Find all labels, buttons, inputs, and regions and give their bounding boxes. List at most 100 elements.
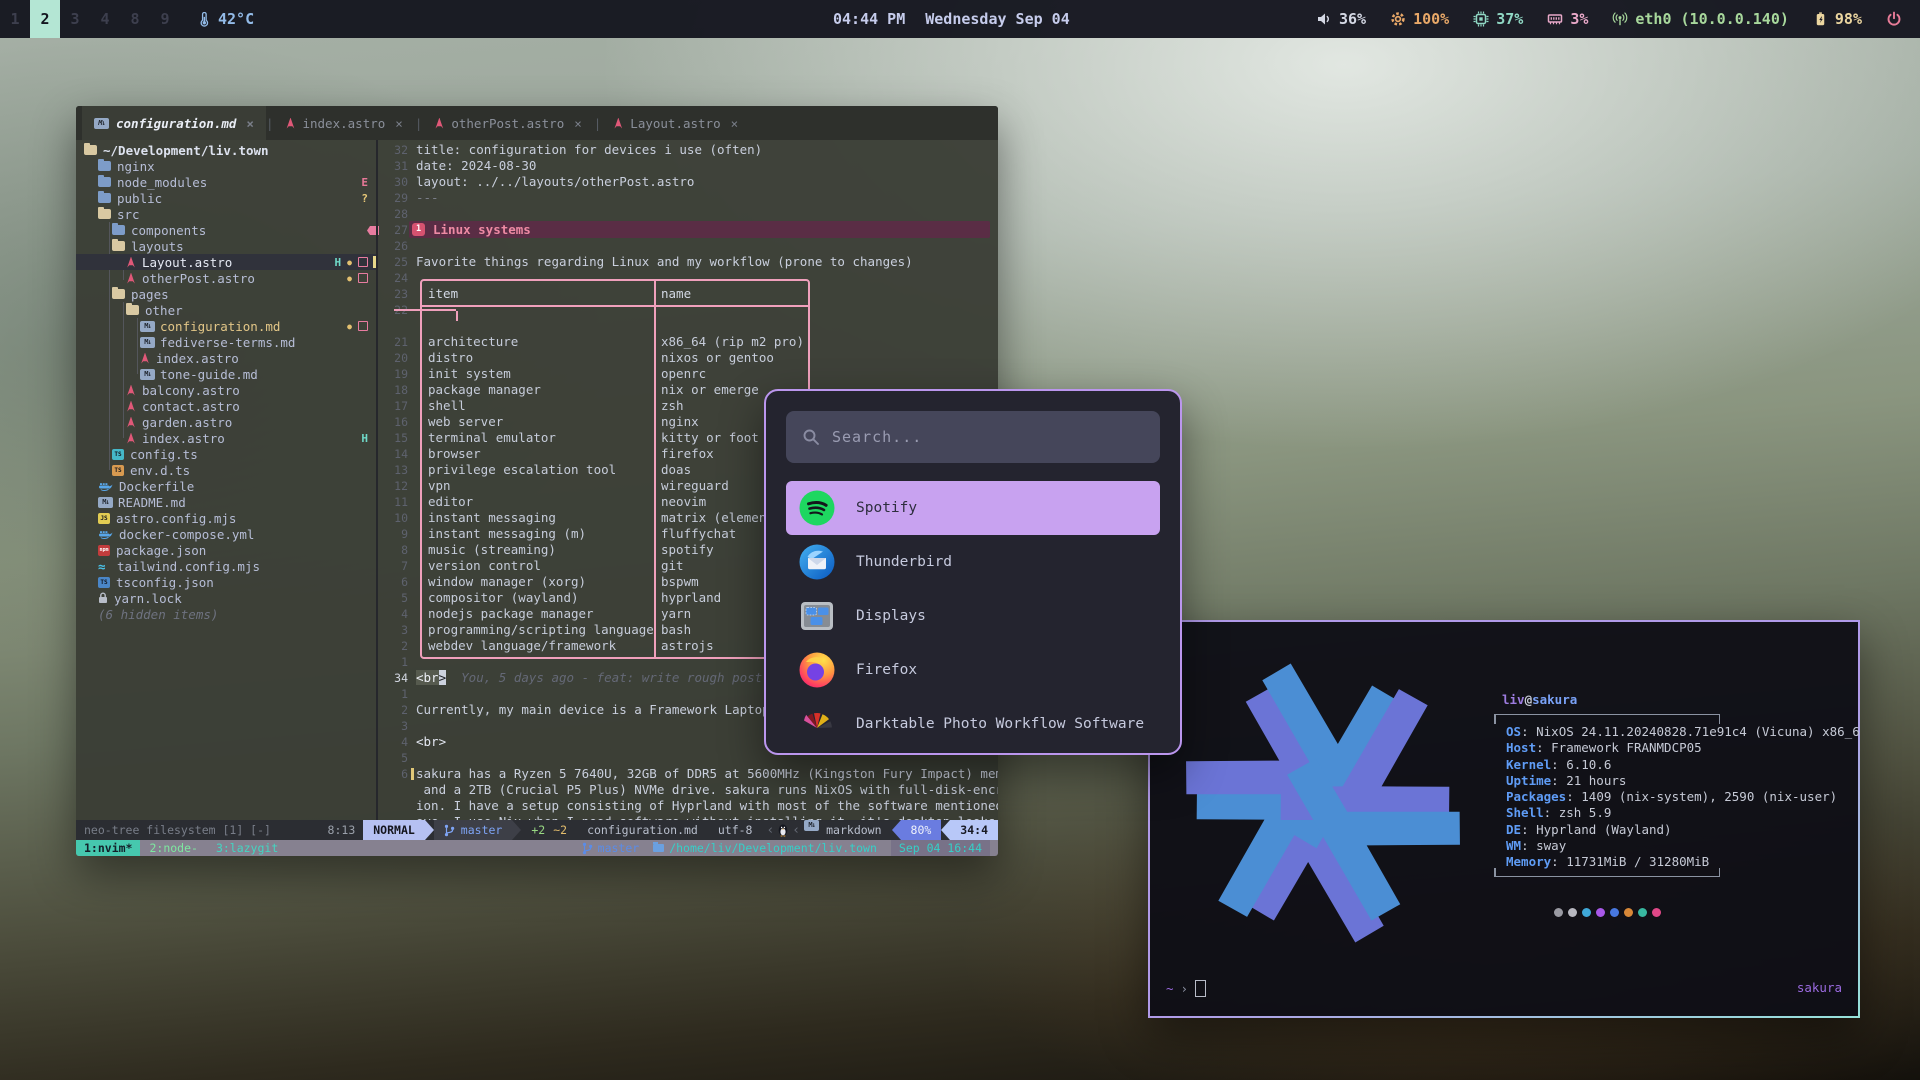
tmux-window-3-lazygit[interactable]: 3:lazygit xyxy=(207,841,287,855)
tree-item-README.md[interactable]: M↓README.md xyxy=(76,494,376,510)
code-line: ion. I have a setup consisting of Hyprla… xyxy=(380,798,994,814)
tailwind-icon: ≈ xyxy=(98,559,111,574)
tmux-cwd: /home/liv/Development/liv.town xyxy=(653,841,877,855)
tab-Layout.astro[interactable]: Layout.astro× xyxy=(601,106,750,140)
tree-item-garden.astro[interactable]: garden.astro xyxy=(76,414,376,430)
code-line: 28 xyxy=(380,206,994,222)
tree-item-index.astro[interactable]: index.astroH xyxy=(76,430,376,446)
neotree-position: 8:13 xyxy=(328,823,356,837)
tab-otherPost.astro[interactable]: otherPost.astro× xyxy=(422,106,593,140)
launcher-item-spotify[interactable]: Spotify xyxy=(786,481,1160,535)
launcher-item-firefox[interactable]: Firefox xyxy=(786,643,1160,697)
tree-item-other[interactable]: other xyxy=(76,302,376,318)
terminal-color-palette xyxy=(1554,908,1661,917)
tmux-window-1-nvim-[interactable]: 1:nvim* xyxy=(76,840,140,856)
workspace-9[interactable]: 9 xyxy=(150,0,180,38)
module-volume[interactable]: 36% xyxy=(1316,10,1366,28)
code-line: 30layout: ../../layouts/otherPost.astro xyxy=(380,174,994,190)
palette-dot xyxy=(1652,908,1661,917)
fetch-info-row: Packages: 1409 (nix-system), 2590 (nix-u… xyxy=(1506,789,1860,805)
tree-item-public[interactable]: public? xyxy=(76,190,376,206)
workspace-1[interactable]: 1 xyxy=(0,0,30,38)
launcher-item-darktable-photo-workflow-software[interactable]: Darktable Photo Workflow Software xyxy=(786,697,1160,751)
tree-item-src[interactable]: src xyxy=(76,206,376,222)
code-line: 32title: configuration for devices i use… xyxy=(380,142,994,158)
fetch-info-list: OS: NixOS 24.11.20240828.71e91c4 (Vicuna… xyxy=(1506,724,1860,871)
tab-configuration.md[interactable]: M↓configuration.md× xyxy=(82,106,266,140)
editor-tabbar: M↓configuration.md×|index.astro×|otherPo… xyxy=(76,106,998,140)
module-cpu[interactable]: 37% xyxy=(1473,10,1523,28)
tree-item-balcony.astro[interactable]: balcony.astro xyxy=(76,382,376,398)
tree-item-nginx[interactable]: nginx xyxy=(76,158,376,174)
tree-item-pages[interactable]: pages xyxy=(76,286,376,302)
tree-item-configuration.md[interactable]: M↓configuration.md● xyxy=(76,318,376,334)
tree-item-fediverse-terms.md[interactable]: M↓fediverse-terms.md xyxy=(76,334,376,350)
folder-icon xyxy=(98,193,111,203)
tree-item-yarn.lock[interactable]: yarn.lock xyxy=(76,590,376,606)
workspace-8[interactable]: 8 xyxy=(120,0,150,38)
tree-item-otherPost.astro[interactable]: otherPost.astro● xyxy=(76,270,376,286)
fetch-info-row: Memory: 11731MiB / 31280MiB xyxy=(1506,854,1860,870)
tree-item-Dockerfile[interactable]: Dockerfile xyxy=(76,478,376,494)
terminal-title: sakura xyxy=(1797,980,1842,995)
tree-item-index.astro[interactable]: index.astro xyxy=(76,350,376,366)
tree-item-tailwind.config.mjs[interactable]: ≈tailwind.config.mjs xyxy=(76,558,376,574)
tree-item-tsconfig.json[interactable]: TStsconfig.json xyxy=(76,574,376,590)
tree-item-Layout.astro[interactable]: Layout.astroH● xyxy=(76,254,376,270)
tab-index.astro[interactable]: index.astro× xyxy=(273,106,414,140)
code-line: 21architecturex86_64 (rip m2 pro) xyxy=(380,334,994,350)
astro-icon xyxy=(126,257,136,268)
battery-icon xyxy=(1813,11,1828,27)
fetch-user-host: liv@sakura xyxy=(1502,692,1577,707)
tree-item-env.d.ts[interactable]: TSenv.d.ts xyxy=(76,462,376,478)
shell-prompt[interactable]: ~ › xyxy=(1166,980,1206,997)
statusline-filename: configuration.md xyxy=(577,820,708,840)
tree-item-contact.astro[interactable]: contact.astro xyxy=(76,398,376,414)
workspace-2[interactable]: 2 xyxy=(30,0,60,38)
close-icon[interactable]: × xyxy=(246,116,254,131)
module-power[interactable] xyxy=(1886,11,1902,27)
palette-dot xyxy=(1596,908,1605,917)
workspace-3[interactable]: 3 xyxy=(60,0,90,38)
folder-icon xyxy=(98,177,111,187)
module-network[interactable]: eth0 (10.0.0.140) xyxy=(1612,10,1789,28)
workspace-4[interactable]: 4 xyxy=(90,0,120,38)
tmux-window-2-node-[interactable]: 2:node- xyxy=(140,841,206,855)
module-brightness[interactable]: 100% xyxy=(1390,10,1449,28)
astro-icon xyxy=(126,433,136,444)
thermometer-icon xyxy=(196,12,211,27)
tree-item-tone-guide.md[interactable]: M↓tone-guide.md xyxy=(76,366,376,382)
split-divider[interactable] xyxy=(376,140,378,820)
tree-item-config.ts[interactable]: TSconfig.ts xyxy=(76,446,376,462)
terminal-cursor xyxy=(1195,980,1206,997)
tree-item-astro.config.mjs[interactable]: JSastro.config.mjs xyxy=(76,510,376,526)
fetch-info-row: Uptime: 21 hours xyxy=(1506,773,1860,789)
tree-item--Development-liv.town[interactable]: ~/Development/liv.town xyxy=(76,142,376,158)
typescript-icon: TS xyxy=(98,577,110,588)
fetch-info-row: WM: sway xyxy=(1506,838,1860,854)
launcher-item-displays[interactable]: Displays xyxy=(786,589,1160,643)
tree-item-components[interactable]: components xyxy=(76,222,376,238)
code-line xyxy=(380,318,994,334)
tree-item-package.json[interactable]: npmpackage.json xyxy=(76,542,376,558)
tree-item-node-modules[interactable]: node_modulesE xyxy=(76,174,376,190)
tree-item-docker-compose.yml[interactable]: docker-compose.yml xyxy=(76,526,376,542)
tree-item--6-hidden-items-[interactable]: (6 hidden items) xyxy=(76,606,376,622)
close-icon[interactable]: × xyxy=(395,116,403,131)
module-memory[interactable]: 3% xyxy=(1547,10,1588,28)
search-input[interactable]: Search... xyxy=(786,411,1160,463)
close-icon[interactable]: × xyxy=(574,116,582,131)
module-battery[interactable]: 98% xyxy=(1813,10,1862,28)
folder-open-icon xyxy=(112,241,125,251)
brightness-icon xyxy=(1390,11,1406,27)
clock: 04:44 PM Wednesday Sep 04 xyxy=(833,10,1070,28)
launcher-item-thunderbird[interactable]: Thunderbird xyxy=(786,535,1160,589)
markdown-icon: M↓ xyxy=(98,497,113,508)
git-branch-icon xyxy=(582,842,593,855)
folder-open-icon xyxy=(84,145,97,155)
tree-item-layouts[interactable]: layouts xyxy=(76,238,376,254)
npm-icon: npm xyxy=(98,545,110,556)
fastfetch-terminal[interactable]: liv@sakura OS: NixOS 24.11.20240828.71e9… xyxy=(1148,620,1860,1018)
close-icon[interactable]: × xyxy=(731,116,739,131)
app-launcher[interactable]: Search... SpotifyThunderbirdDisplaysFire… xyxy=(764,389,1182,755)
